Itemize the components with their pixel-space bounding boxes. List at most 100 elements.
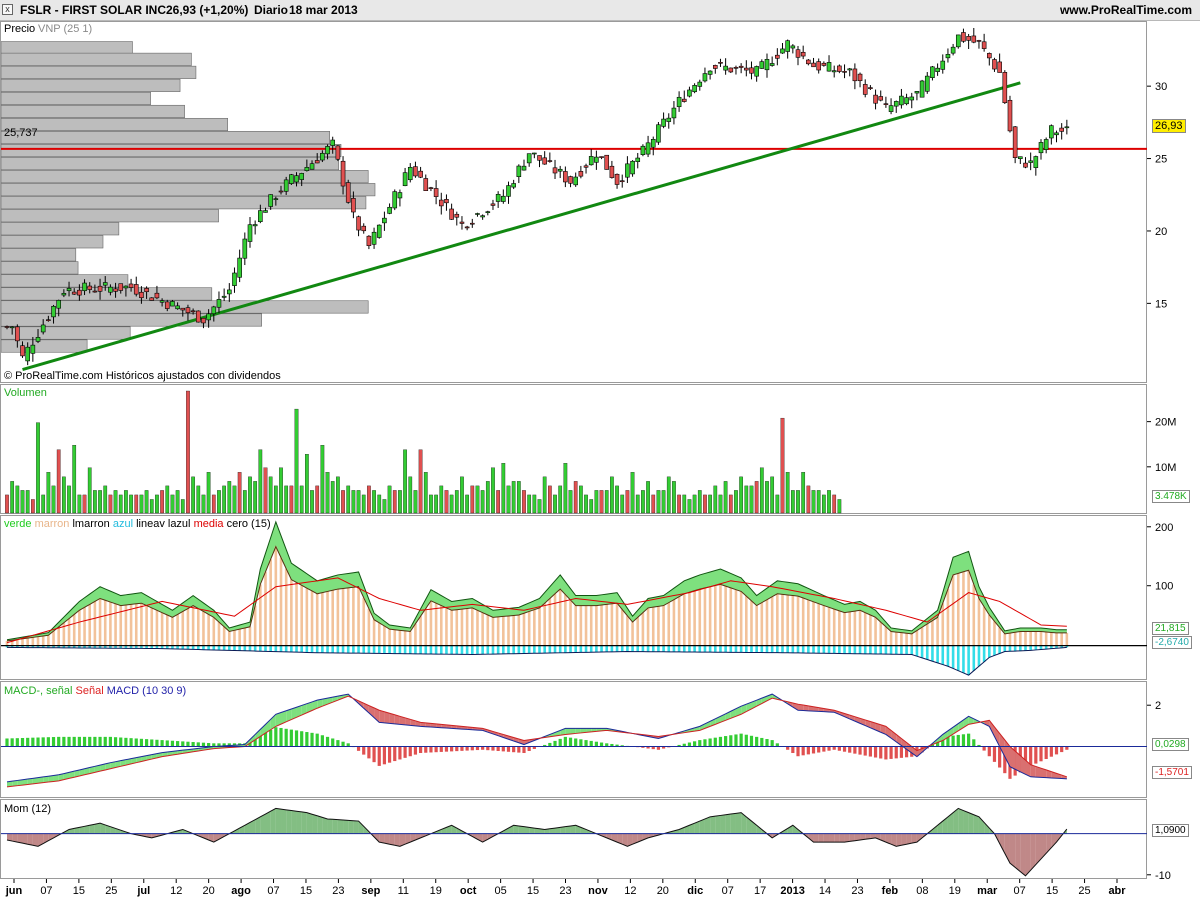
candle-body (873, 94, 878, 104)
price-chart[interactable] (1, 22, 1148, 384)
histogram-bar (382, 746, 387, 765)
volume-bar (372, 490, 376, 514)
candle-body (552, 167, 558, 174)
vnp-bar (1, 222, 120, 236)
volume-bar (599, 490, 604, 514)
volume-axis: 10M 20M 3.478K (1147, 384, 1200, 514)
candle-body (966, 36, 971, 41)
momentum-fill (286, 809, 292, 834)
volume-bar (439, 485, 444, 514)
y-tick-label: 30 (1155, 81, 1167, 93)
histogram-bar (827, 746, 831, 751)
volume-bar (108, 494, 113, 514)
candle-body (831, 70, 837, 73)
histogram-bar (403, 746, 407, 758)
histogram-bar (331, 738, 335, 747)
momentum-fill (839, 833, 845, 843)
histogram-bar (124, 737, 128, 747)
x-tick-label: 14 (819, 885, 831, 897)
histogram-bar (599, 742, 604, 747)
candle-body (252, 224, 258, 227)
histogram-bar (284, 728, 288, 747)
indicator-panel[interactable]: verde marron lmarron azul lineav lazul m… (0, 515, 1148, 681)
momentum-chart[interactable] (1, 800, 1148, 880)
indicator-chart[interactable] (1, 516, 1148, 681)
histogram-bar (884, 746, 888, 760)
volume-chart[interactable] (1, 385, 1148, 515)
histogram-bar (956, 734, 960, 747)
candle-body (407, 166, 413, 181)
volume-bar (563, 463, 568, 514)
candle-body (635, 157, 641, 162)
vnp-bar (1, 235, 104, 249)
volume-bar (320, 445, 325, 514)
candle-body (1033, 156, 1039, 168)
candle-body (40, 324, 46, 333)
volume-panel[interactable]: Volumen (0, 384, 1147, 514)
momentum-fill (394, 833, 400, 847)
histogram-bar (82, 736, 87, 747)
histogram-bar (336, 740, 340, 747)
x-tick-label: abr (1108, 885, 1126, 897)
volume-bar (449, 494, 454, 514)
vnp-bar (1, 300, 369, 314)
histogram-bar (1039, 746, 1043, 762)
histogram-bar (393, 746, 397, 762)
price-panel[interactable]: Precio VNP (25 1) © ProRealTime.com Hist… (0, 21, 1148, 384)
vnp-bar (1, 326, 131, 340)
histogram-bar (191, 742, 195, 747)
momentum-fill (715, 815, 721, 834)
histogram-bar (165, 740, 169, 747)
histogram-bar (139, 738, 144, 747)
candle-body (883, 103, 889, 105)
volume-bar (67, 485, 71, 514)
candle-body (676, 96, 682, 108)
histogram-bar (170, 740, 175, 747)
legend-item: lmarron (72, 518, 113, 530)
volume-bar (827, 490, 831, 514)
volume-bar (232, 485, 237, 514)
histogram-bar (889, 746, 893, 759)
close-icon[interactable]: x (2, 4, 13, 15)
momentum-fill (725, 814, 731, 834)
volume-bar (36, 422, 40, 514)
histogram-bar (62, 736, 66, 747)
momentum-fill (384, 833, 390, 845)
histogram-bar (1034, 746, 1038, 764)
candle-body (754, 66, 759, 77)
momentum-panel[interactable]: Mom (12) (0, 799, 1148, 880)
momentum-fill (306, 812, 313, 834)
candle-body (330, 139, 336, 146)
histogram-bar (729, 735, 733, 747)
volume-bar (444, 490, 449, 514)
macd-chart[interactable] (1, 682, 1148, 799)
macd-tag-a: 0,0298 (1152, 738, 1189, 751)
histogram-bar (26, 737, 30, 747)
volume-bar (46, 472, 51, 514)
candle-body (780, 48, 785, 54)
level-label: 25,737 (4, 127, 38, 139)
histogram-bar (398, 746, 402, 760)
volume-bar (206, 472, 211, 514)
vnp-bar (1, 248, 77, 262)
momentum-fill (270, 808, 276, 834)
histogram-bar (269, 729, 273, 747)
volume-bar (739, 476, 743, 514)
candle-body (356, 216, 361, 231)
volume-bar (496, 490, 501, 514)
candle-body (656, 124, 661, 143)
volume-bar (62, 476, 66, 514)
vnp-bar (1, 170, 369, 184)
volume-bar (336, 476, 340, 514)
volume-bar (796, 490, 800, 514)
volume-bar (129, 494, 133, 514)
momentum-fill (27, 833, 33, 846)
site-link[interactable]: www.ProRealTime.com (1060, 0, 1192, 21)
candle-body (666, 117, 672, 122)
candle-body (376, 224, 382, 238)
volume-bar (20, 490, 25, 514)
macd-panel[interactable]: MACD-, señal Señal MACD (10 30 9) (0, 681, 1148, 799)
volume-bar (511, 481, 516, 514)
volume-bar (248, 476, 252, 514)
candle-body (1002, 72, 1008, 104)
